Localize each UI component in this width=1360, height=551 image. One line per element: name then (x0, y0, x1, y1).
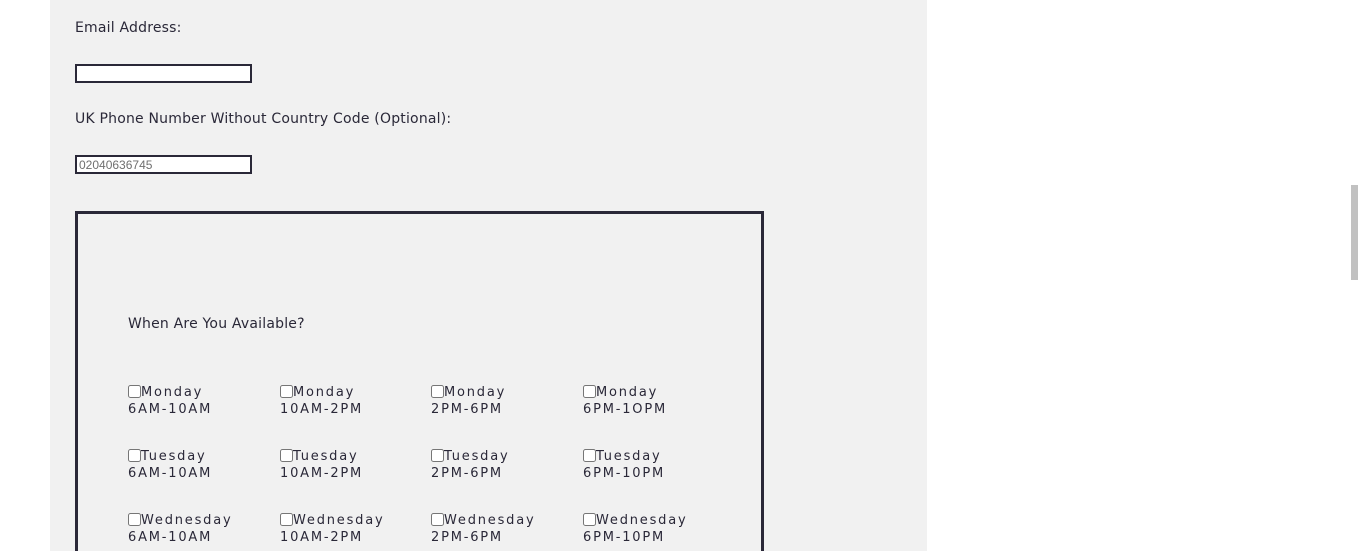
slot-day-label: Monday (444, 385, 507, 400)
slot-time-label: 6AM-10AM (128, 530, 213, 545)
slot-monday-6am-10am[interactable]: Monday 6AM-10AM (128, 384, 273, 418)
vertical-scrollbar[interactable] (1349, 0, 1360, 551)
slot-tuesday-6pm-10pm[interactable]: Tuesday 6PM-10PM (583, 448, 728, 482)
slot-day-label: Monday (141, 385, 204, 400)
slot-day-label: Tuesday (596, 449, 662, 464)
slot-day-label: Tuesday (141, 449, 207, 464)
slot-time-label: 6PM-10PM (583, 466, 666, 481)
slot-checkbox[interactable] (583, 449, 596, 462)
slot-wednesday-6am-10am[interactable]: Wednesday 6AM-10AM (128, 512, 273, 546)
slot-checkbox[interactable] (128, 513, 141, 526)
slot-time-label: 10AM-2PM (280, 402, 364, 417)
slot-checkbox[interactable] (280, 449, 293, 462)
slot-day-label: Tuesday (293, 449, 359, 464)
slot-day-label: Monday (596, 385, 659, 400)
slot-monday-10am-2pm[interactable]: Monday 10AM-2PM (280, 384, 425, 418)
slot-day-label: Wednesday (141, 513, 233, 528)
slot-wednesday-6pm-10pm[interactable]: Wednesday 6PM-10PM (583, 512, 728, 546)
slot-day-label: Monday (293, 385, 356, 400)
slot-checkbox[interactable] (128, 385, 141, 398)
slot-wednesday-10am-2pm[interactable]: Wednesday 10AM-2PM (280, 512, 425, 546)
availability-title: When Are You Available? (128, 316, 305, 332)
slot-checkbox[interactable] (128, 449, 141, 462)
slot-checkbox[interactable] (280, 513, 293, 526)
slot-time-label: 6PM-10PM (583, 530, 666, 545)
slot-checkbox[interactable] (431, 385, 444, 398)
phone-field[interactable] (75, 155, 252, 174)
scrollbar-thumb[interactable] (1351, 185, 1358, 280)
phone-label: UK Phone Number Without Country Code (Op… (75, 111, 452, 127)
slot-checkbox[interactable] (583, 513, 596, 526)
email-label: Email Address: (75, 20, 182, 36)
slot-time-label: 10AM-2PM (280, 466, 364, 481)
slot-checkbox[interactable] (431, 449, 444, 462)
slot-time-label: 10AM-2PM (280, 530, 364, 545)
form-panel: Email Address: UK Phone Number Without C… (50, 0, 927, 551)
slot-time-label: 2PM-6PM (431, 402, 503, 417)
slot-tuesday-10am-2pm[interactable]: Tuesday 10AM-2PM (280, 448, 425, 482)
slot-checkbox[interactable] (431, 513, 444, 526)
slot-time-label: 2PM-6PM (431, 466, 503, 481)
slot-tuesday-2pm-6pm[interactable]: Tuesday 2PM-6PM (431, 448, 576, 482)
slot-monday-6pm-10pm[interactable]: Monday 6PM-1OPM (583, 384, 728, 418)
slot-time-label: 6PM-1OPM (583, 402, 667, 417)
slot-time-label: 6AM-10AM (128, 402, 213, 417)
page: Email Address: UK Phone Number Without C… (0, 0, 1360, 551)
slot-time-label: 6AM-10AM (128, 466, 213, 481)
slot-tuesday-6am-10am[interactable]: Tuesday 6AM-10AM (128, 448, 273, 482)
slot-time-label: 2PM-6PM (431, 530, 503, 545)
slot-day-label: Tuesday (444, 449, 510, 464)
slot-checkbox[interactable] (583, 385, 596, 398)
slot-checkbox[interactable] (280, 385, 293, 398)
slot-wednesday-2pm-6pm[interactable]: Wednesday 2PM-6PM (431, 512, 576, 546)
email-field[interactable] (75, 64, 252, 83)
slot-monday-2pm-6pm[interactable]: Monday 2PM-6PM (431, 384, 576, 418)
availability-section: When Are You Available? Monday 6AM-10AM … (75, 211, 764, 551)
slot-day-label: Wednesday (293, 513, 385, 528)
slot-day-label: Wednesday (596, 513, 688, 528)
slot-day-label: Wednesday (444, 513, 536, 528)
